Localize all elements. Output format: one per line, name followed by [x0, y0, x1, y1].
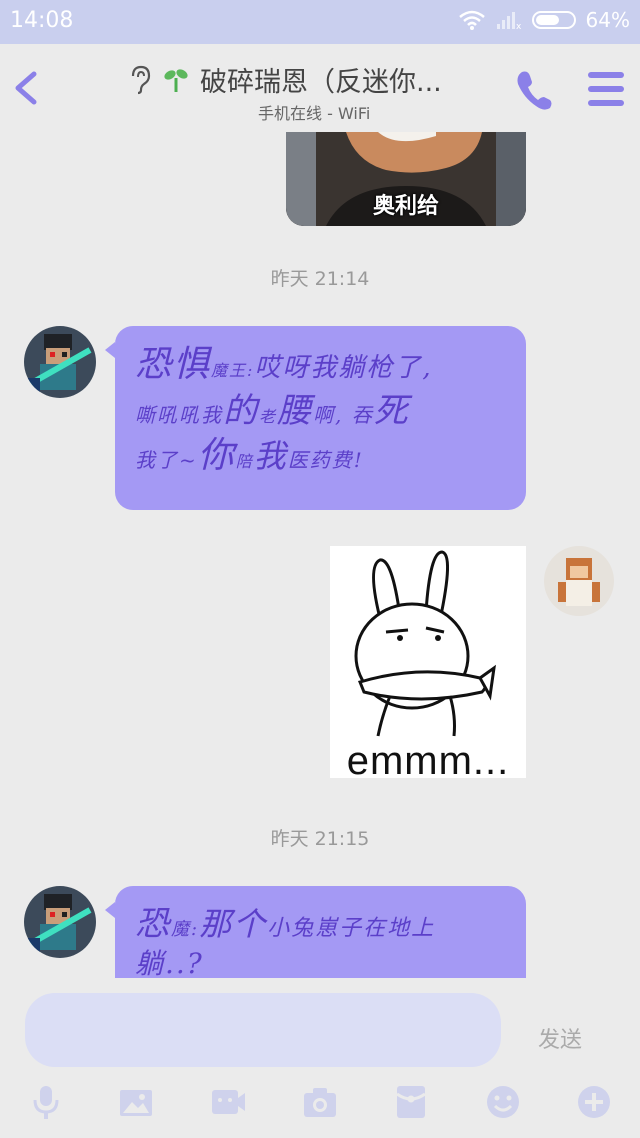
video-icon[interactable] — [210, 1084, 246, 1120]
message-line: 恐魔:那个小兔崽子在地上 — [135, 904, 436, 944]
sticker-text: emmm... — [346, 739, 510, 783]
image-message[interactable]: 奥利给 — [286, 132, 526, 226]
self-avatar-icon — [544, 546, 614, 616]
online-status: 手机在线 - WiFi — [258, 104, 371, 123]
timestamp: 昨天 21:14 — [270, 268, 370, 290]
image-caption: 奥利给 — [372, 194, 439, 219]
input-bar: 发送 — [0, 978, 640, 1138]
plus-icon[interactable] — [576, 1084, 612, 1120]
message-bubble-received[interactable]: 恐惧魔王:哎呀我躺枪了, 嘶吼吼我的老腰啊, 吞死 我了~你陪我医药费! — [105, 326, 526, 510]
message-input[interactable] — [25, 993, 501, 1067]
toolbar — [0, 1084, 640, 1134]
minecraft-avatar-icon — [24, 886, 96, 958]
emoji-icon[interactable] — [485, 1084, 521, 1120]
rabbit-sticker-icon — [354, 550, 496, 737]
svg-text:x: x — [516, 22, 522, 30]
battery-percent: 64% — [585, 8, 630, 32]
back-button[interactable] — [10, 68, 40, 108]
avatar-self[interactable] — [544, 546, 614, 616]
image-icon[interactable] — [118, 1084, 154, 1120]
status-time: 14:08 — [10, 8, 74, 33]
sprout-icon — [164, 68, 188, 92]
title-row[interactable]: 破碎瑞恩（反迷你... — [128, 60, 442, 99]
message-bubble-received[interactable]: 恐魔:那个小兔崽子在地上 躺..? — [105, 886, 526, 978]
ear-icon — [131, 65, 151, 94]
red-packet-icon[interactable] — [393, 1084, 429, 1120]
battery-icon — [531, 11, 576, 29]
sticker-message[interactable]: emmm... — [330, 546, 526, 783]
avatar-contact[interactable] — [24, 886, 96, 958]
send-button[interactable]: 发送 — [538, 1022, 582, 1054]
menu-icon[interactable] — [588, 72, 624, 106]
signal-icon: x — [496, 12, 522, 30]
message-line: 躺..? — [135, 947, 204, 978]
minecraft-avatar-icon — [24, 326, 96, 398]
status-right: x 64% — [458, 8, 630, 32]
camera-icon[interactable] — [302, 1084, 338, 1120]
message-line: 恐惧魔王:哎呀我躺枪了, — [135, 344, 433, 385]
status-bar: 14:08 x 64% — [0, 0, 640, 44]
message-line: 我了~你陪我医药费! — [135, 434, 364, 476]
battery-fill — [535, 15, 559, 25]
timestamp: 昨天 21:15 — [270, 828, 370, 850]
wifi-icon — [458, 10, 485, 30]
chat-header: 破碎瑞恩（反迷你... 手机在线 - WiFi — [0, 44, 640, 132]
chat-title: 破碎瑞恩（反迷你... — [200, 67, 442, 98]
phone-call-icon[interactable] — [514, 68, 554, 112]
message-list[interactable]: 奥利给 昨天 21:14 恐惧魔王:哎呀我躺枪了, 嘶吼吼我的老腰啊, 吞死 我… — [0, 132, 640, 978]
avatar-contact[interactable] — [24, 326, 96, 398]
microphone-icon[interactable] — [28, 1084, 64, 1120]
message-line: 嘶吼吼我的老腰啊, 吞死 — [135, 390, 410, 431]
